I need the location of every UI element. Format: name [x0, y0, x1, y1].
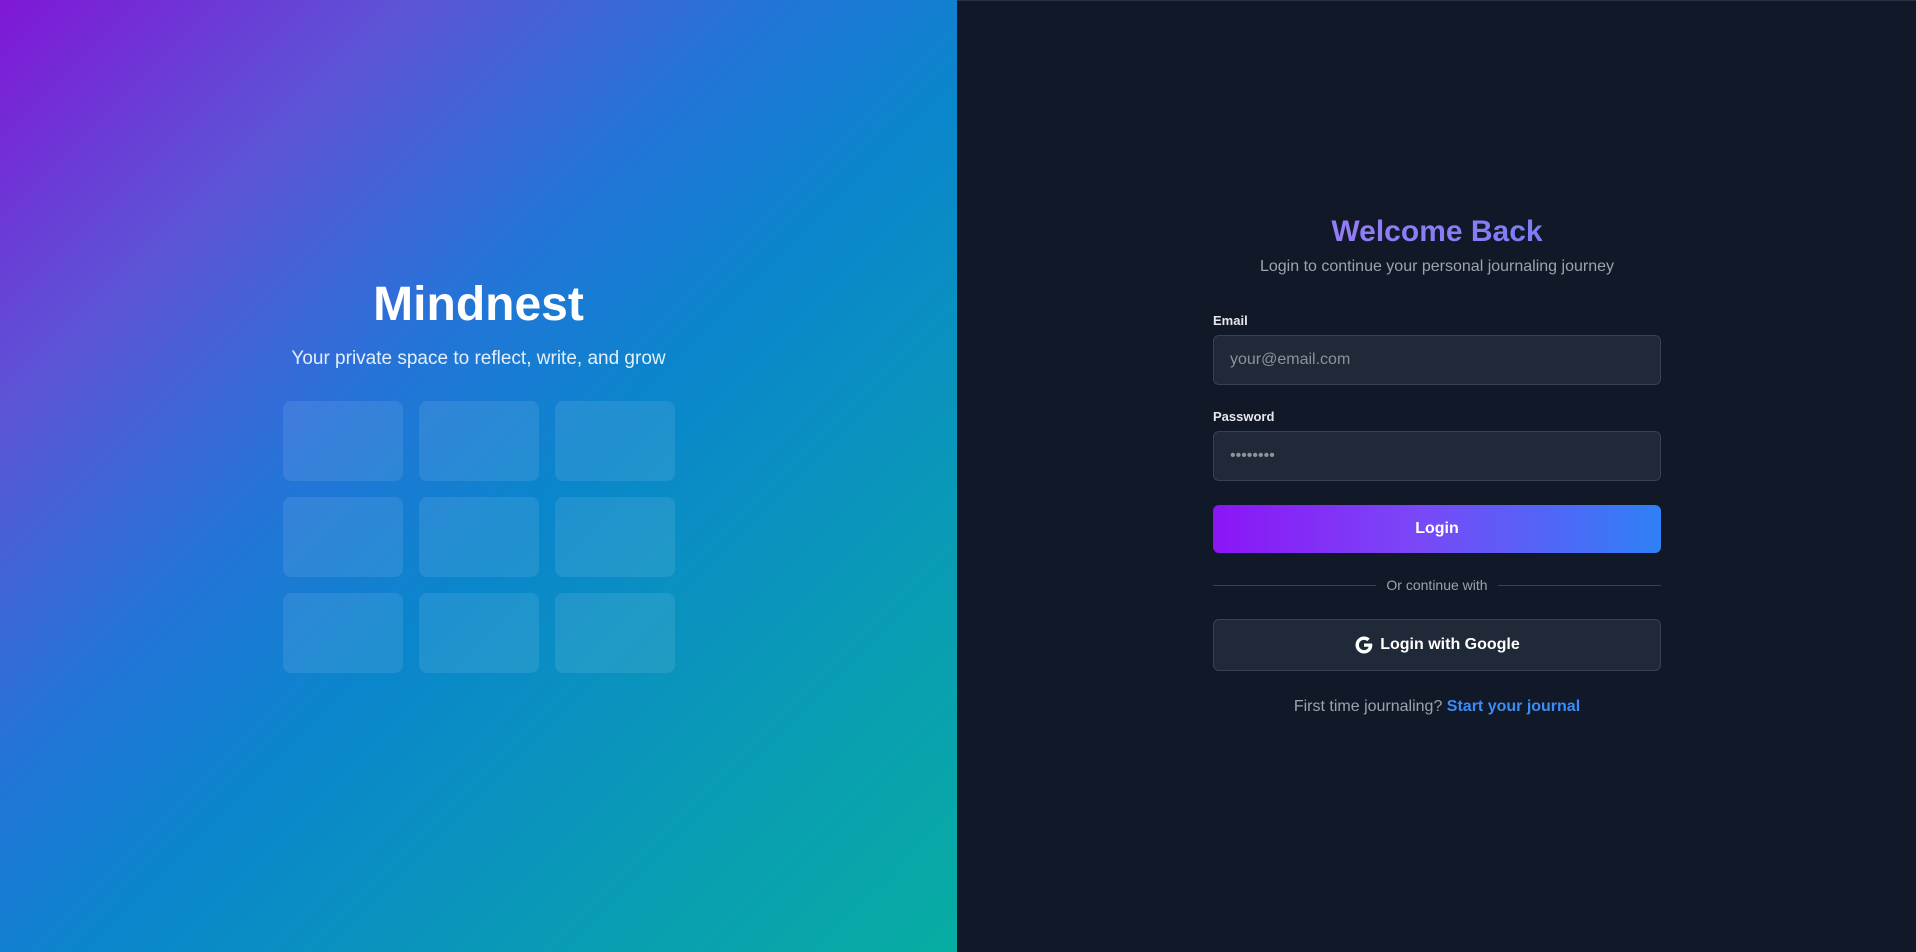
- google-g-icon: [1354, 635, 1374, 655]
- email-label: Email: [1213, 313, 1248, 328]
- divider-text: Or continue with: [1386, 577, 1488, 593]
- password-label: Password: [1213, 409, 1275, 424]
- welcome-subtitle: Login to continue your personal journali…: [1259, 258, 1614, 275]
- signup-row: First time journaling? Start your journa…: [1213, 697, 1661, 717]
- decorative-tile: [554, 497, 675, 577]
- start-journal-link[interactable]: Start your journal: [1447, 698, 1580, 715]
- login-form: Welcome Back Login to continue your pers…: [1213, 213, 1662, 717]
- decorative-tile: [418, 401, 539, 481]
- decorative-tile: [418, 497, 539, 577]
- decorative-tile-grid: [282, 401, 675, 673]
- divider: Or continue with: [1213, 577, 1662, 593]
- divider-line: [1213, 584, 1377, 586]
- login-panel: Welcome Back Login to continue your pers…: [957, 0, 1916, 952]
- decorative-tile: [282, 593, 403, 673]
- password-field[interactable]: [1213, 431, 1661, 481]
- login-button[interactable]: Login: [1213, 505, 1661, 553]
- decorative-tile: [282, 497, 403, 577]
- brand-tagline: Your private space to reflect, write, an…: [291, 348, 666, 369]
- welcome-title: Welcome Back: [1213, 213, 1661, 251]
- decorative-tile: [554, 401, 675, 481]
- google-button-label: Login with Google: [1380, 636, 1520, 653]
- divider-line: [1497, 584, 1662, 586]
- brand-panel: Mindnest Your private space to reflect, …: [0, 0, 957, 952]
- decorative-tile: [282, 401, 403, 481]
- decorative-tile: [418, 593, 539, 673]
- brand-title: Mindnest: [373, 278, 584, 331]
- google-login-button[interactable]: Login with Google: [1213, 619, 1661, 671]
- signup-prompt: First time journaling?: [1293, 698, 1443, 715]
- decorative-tile: [554, 593, 675, 673]
- email-field[interactable]: [1213, 335, 1661, 385]
